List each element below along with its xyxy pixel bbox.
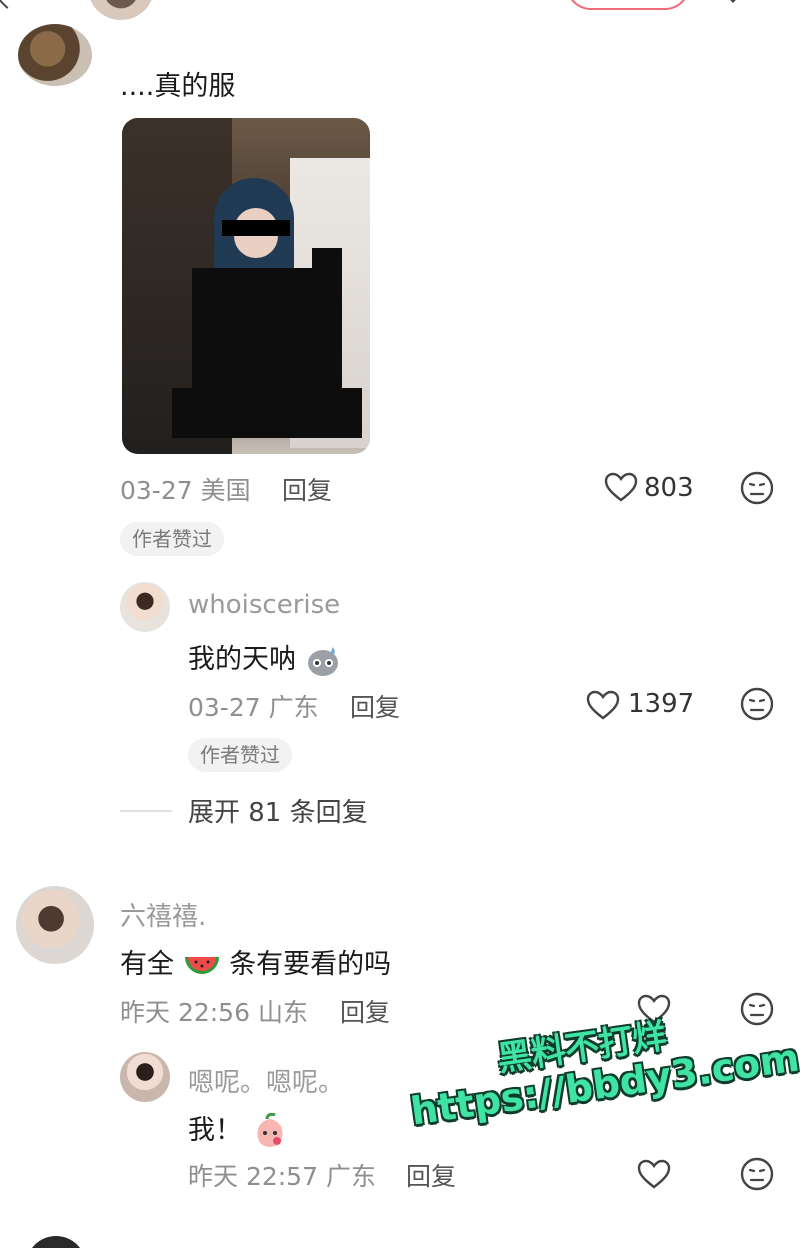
reply-avatar[interactable]: [120, 1052, 170, 1102]
reply-username[interactable]: 嗯呢。嗯呢。: [188, 1062, 344, 1099]
like-count: 1397: [628, 689, 695, 719]
heart-outline-icon[interactable]: [637, 1159, 671, 1189]
heart-outline-icon[interactable]: [586, 690, 620, 720]
comment-text-after: 条有要看的吗: [229, 949, 392, 980]
comment-text: ....真的服: [120, 71, 236, 102]
commenter-avatar[interactable]: [26, 1236, 86, 1248]
sweat-emoji-icon: [307, 646, 338, 676]
expand-replies-button[interactable]: 展开 81 条回复: [188, 792, 368, 829]
reply-text: 我！: [188, 1115, 242, 1146]
author-liked-badge: 作者赞过: [188, 738, 292, 772]
reply-location: 广东: [325, 1162, 376, 1191]
heart-outline-icon[interactable]: [604, 472, 638, 502]
watermelon-emoji-icon: [184, 956, 219, 974]
chevron-down-icon[interactable]: [723, 0, 743, 3]
comment-date: 03-27: [120, 476, 193, 505]
reply-avatar[interactable]: [120, 582, 170, 632]
comment-location: 山东: [257, 998, 308, 1027]
sad-face-icon[interactable]: [740, 992, 774, 1026]
commenter-avatar[interactable]: [16, 886, 94, 964]
reply-button[interactable]: 回复: [282, 471, 332, 507]
sad-face-icon[interactable]: [740, 471, 774, 505]
comment-location: 美国: [200, 476, 251, 505]
reply-date: 昨天 22:57: [188, 1162, 318, 1191]
peach-emoji-icon: [257, 1112, 283, 1147]
reply-button[interactable]: 回复: [350, 688, 400, 724]
comment-username[interactable]: 六禧禧.: [120, 896, 206, 933]
comment-date: 昨天 22:56: [120, 998, 250, 1027]
reply-button[interactable]: 回复: [340, 993, 390, 1029]
sad-face-icon[interactable]: [740, 1157, 774, 1191]
reply-date: 03-27: [188, 693, 261, 722]
divider: [120, 810, 172, 812]
commenter-avatar[interactable]: [18, 24, 92, 86]
author-liked-badge: 作者赞过: [120, 522, 224, 556]
comment-image[interactable]: [122, 118, 370, 454]
reply-username[interactable]: whoiscerise: [188, 590, 340, 620]
like-count: 803: [644, 473, 694, 503]
back-arrow-icon[interactable]: [0, 0, 17, 9]
author-avatar[interactable]: [88, 0, 154, 20]
reply-button[interactable]: 回复: [406, 1157, 456, 1193]
comment-text-before: 有全: [120, 949, 174, 980]
follow-button[interactable]: [566, 0, 690, 10]
sad-face-icon[interactable]: [740, 687, 774, 721]
reply-location: 广东: [268, 693, 319, 722]
reply-text: 我的天呐: [188, 644, 296, 675]
